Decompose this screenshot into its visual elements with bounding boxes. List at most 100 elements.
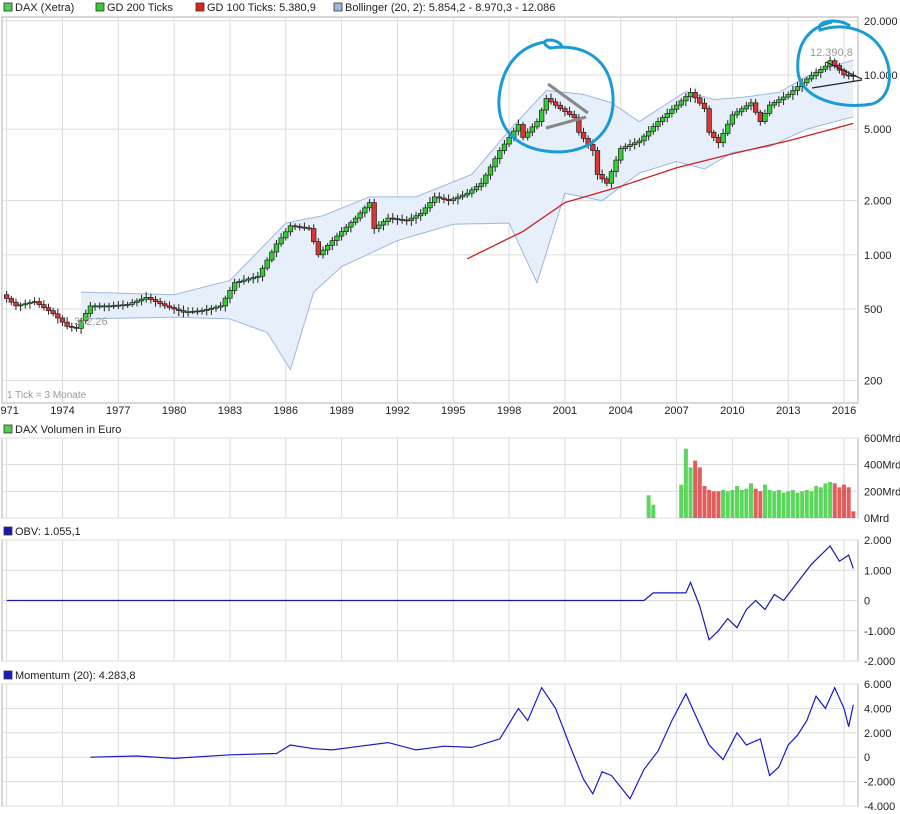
price-x-tick-label: 1995	[441, 405, 465, 417]
candle-up	[87, 305, 94, 314]
candle-up	[818, 68, 824, 73]
candle-up	[720, 133, 726, 144]
candle-down	[166, 305, 173, 308]
candle-down	[13, 301, 19, 307]
candle-down	[297, 226, 303, 228]
candle-up	[194, 310, 201, 313]
momentum-y-tick-label: 2.000	[864, 728, 892, 740]
candle-down	[315, 241, 321, 256]
price-x-tick-label: 1974	[50, 405, 74, 417]
candle-up	[362, 207, 368, 214]
volume-bar	[818, 487, 823, 518]
candle-up	[539, 109, 545, 123]
volume-bar	[800, 491, 805, 518]
candle-up	[250, 277, 256, 280]
price-y-tick-label: 2.000	[864, 196, 892, 208]
candle-up	[650, 126, 656, 132]
volume-bar	[697, 467, 702, 518]
candle-up	[269, 251, 275, 261]
candle-up	[92, 305, 98, 308]
candle-down	[520, 124, 526, 138]
obv-y-tick-label: -2.000	[864, 656, 895, 668]
candle-down	[399, 218, 405, 221]
price-y-tick-label: 500	[864, 304, 882, 316]
candle-down	[552, 101, 559, 106]
legend-swatch-gd100	[195, 2, 205, 12]
volume-bar	[804, 490, 809, 518]
price-x-tick-label: 2016	[832, 405, 856, 417]
candle-down	[41, 304, 47, 308]
candle-down	[59, 317, 66, 323]
candle-up	[27, 302, 33, 305]
candle-down	[441, 197, 447, 200]
candle-up	[780, 96, 787, 101]
dax-chart: 2005001.0002.0005.00010.00020.000 197119…	[0, 2, 900, 813]
candle-down	[301, 226, 308, 229]
volume-y-tick-label: 0Mrd	[864, 513, 889, 525]
candle-up	[739, 108, 745, 113]
volume-bar	[730, 490, 735, 518]
candle-up	[185, 311, 191, 314]
price-panel: 2005001.0002.0005.00010.00020.000 197119…	[0, 2, 898, 417]
candle-up	[641, 135, 647, 142]
candle-up	[101, 305, 107, 308]
volume-bar	[646, 495, 651, 518]
volume-bar	[758, 491, 763, 518]
candle-up	[111, 305, 117, 307]
legend-label-gd200: GD 200 Ticks	[107, 2, 174, 14]
candle-up	[729, 114, 736, 125]
candle-up	[525, 131, 531, 138]
candle-down	[692, 92, 698, 99]
candle-up	[143, 297, 149, 300]
candle-down	[594, 150, 601, 175]
momentum-y-tick-label: 4.000	[864, 703, 892, 715]
candle-up	[501, 143, 508, 151]
candle-up	[771, 102, 777, 106]
price-x-tick-label: 1986	[274, 405, 298, 417]
candle-up	[190, 310, 196, 313]
candle-up	[534, 121, 540, 128]
candle-up	[618, 148, 624, 161]
candle-up	[725, 123, 731, 134]
momentum-y-tick-label: 0	[864, 752, 870, 764]
volume-bar	[749, 483, 753, 518]
price-x-tick-label: 2007	[664, 405, 688, 417]
candle-down	[55, 313, 61, 319]
volume-y-tick-label: 200Mrd	[864, 486, 900, 498]
candle-up	[380, 221, 387, 226]
volume-bar	[767, 490, 772, 518]
candle-down	[171, 307, 177, 310]
volume-panel: DAX Volumen in Euro 0Mrd 200Mrd 400Mrd 600M…	[1, 424, 900, 525]
candle-down	[445, 199, 452, 202]
candle-up	[455, 196, 461, 200]
candle-up	[822, 65, 829, 70]
price-legend: DAX (Xetra) GD 200 Ticks GD 100 Ticks: 5…	[3, 2, 555, 14]
candle-up	[199, 310, 205, 312]
candle-up	[338, 231, 345, 237]
candle-up	[278, 237, 284, 245]
candle-up	[31, 301, 38, 303]
volume-bar	[842, 484, 847, 518]
legend-swatch-gd200	[95, 2, 105, 12]
obv-y-tick-label: -1.000	[864, 626, 895, 638]
volume-bar	[688, 467, 693, 518]
candle-up	[422, 207, 428, 214]
candle-up	[255, 275, 261, 278]
candle-down	[152, 299, 159, 302]
candle-down	[580, 131, 587, 139]
candle-up	[343, 226, 349, 232]
candle-up	[683, 96, 689, 102]
candle-up	[17, 304, 24, 307]
candle-down	[371, 202, 377, 229]
price-x-tick-label: 1980	[162, 405, 186, 417]
candle-down	[566, 111, 573, 115]
candle-up	[124, 304, 131, 306]
candle-up	[329, 240, 335, 246]
candle-up	[245, 278, 252, 281]
candle-up	[450, 198, 456, 202]
price-high-label: 12.390,8	[810, 47, 853, 59]
price-x-tick-label: 2004	[608, 405, 632, 417]
price-x-tick-label: 2001	[553, 405, 577, 417]
candle-up	[97, 305, 103, 308]
candle-down	[176, 308, 182, 311]
